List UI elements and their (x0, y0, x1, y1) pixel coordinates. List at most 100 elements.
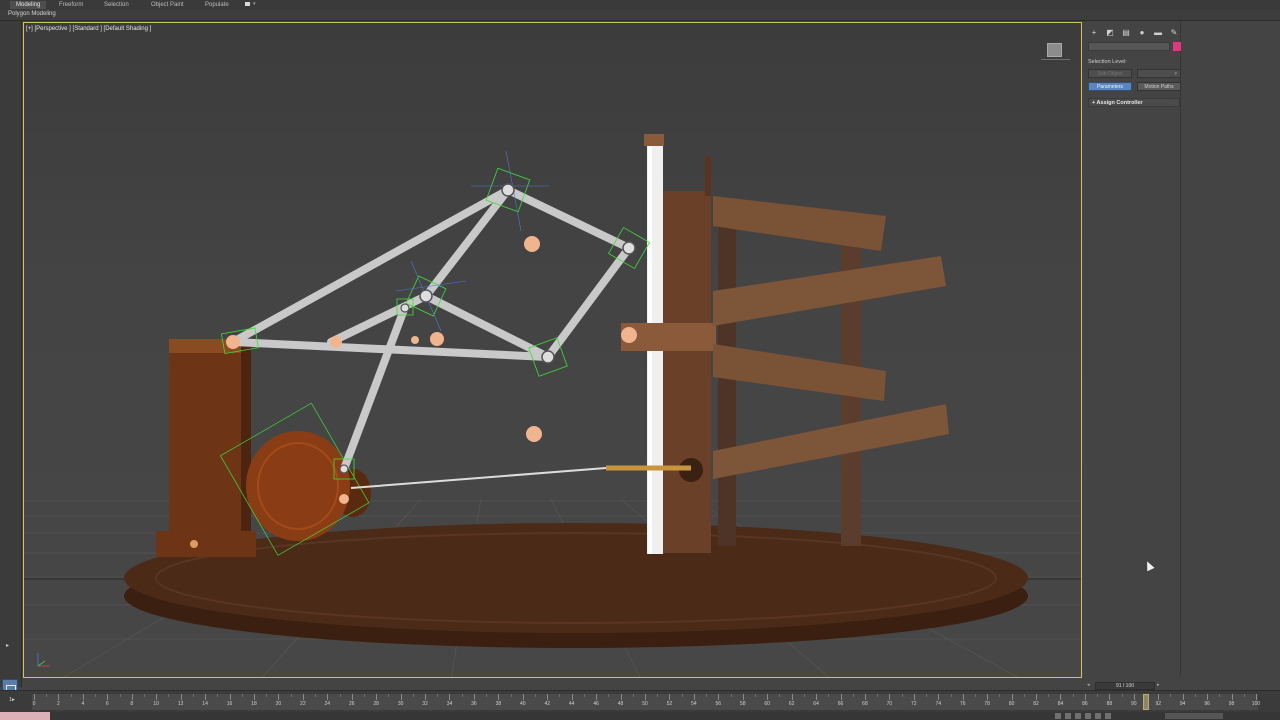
timeline-tick-label: 84 (1057, 701, 1064, 707)
timeline-tick (70, 694, 72, 697)
frame-counter[interactable]: 91 / 100 (1095, 682, 1155, 690)
timeline-tick (962, 694, 964, 700)
expand-arrow-icon[interactable]: ▸ (6, 642, 9, 649)
play-icon[interactable] (1085, 713, 1091, 719)
timeline-tick (571, 694, 573, 700)
timeline-tick (290, 694, 292, 697)
assign-controller-rollout[interactable]: + Assign Controller · (1088, 98, 1180, 107)
motion-icon[interactable]: ● (1137, 28, 1147, 38)
timeline-toggle-icon[interactable]: 1▸ (9, 697, 15, 703)
timeline-tick-label: 10 (153, 701, 159, 707)
sub-object-button[interactable]: Sub-Object (1088, 69, 1132, 78)
timeline-tick (535, 694, 537, 697)
timeline-tick-label: 76 (959, 701, 966, 707)
timeline-tick (864, 694, 866, 700)
timeline-tick-label: 86 (1082, 701, 1088, 707)
timeline-tick (669, 694, 671, 700)
prev-key-icon[interactable] (1075, 713, 1081, 719)
ribbon-panel-label[interactable]: Polygon Modeling (8, 11, 56, 17)
maxscript-listener[interactable] (0, 712, 50, 720)
timeline-cursor[interactable] (1143, 694, 1150, 710)
chevron-down-icon[interactable]: ▾ (253, 1, 256, 7)
key-mode-icon[interactable] (1055, 713, 1061, 719)
assign-controller-label: Assign Controller (1096, 100, 1143, 106)
time-slider[interactable]: ◂ 91 / 100 ▸ (1085, 682, 1165, 690)
timeline-tick (840, 694, 842, 700)
timeline-tick-label: 22 (300, 701, 306, 707)
timeline-tick (877, 694, 879, 697)
perspective-viewport[interactable]: [+] [Perspective ] [Standard ] [Default … (23, 22, 1082, 678)
timeline-tick (119, 694, 121, 697)
timeline-tick-label: 98 (1228, 701, 1235, 707)
timeline-tick (461, 694, 463, 697)
timeline-tick (779, 694, 781, 697)
hierarchy-icon[interactable]: ▤ (1121, 28, 1131, 38)
timeline-tick (926, 694, 928, 697)
timeline-tick-label: 26 (348, 701, 355, 707)
object-color-swatch[interactable] (1173, 42, 1181, 51)
timeline-tick (1182, 694, 1184, 700)
timeline-tick-label: 88 (1106, 701, 1113, 707)
timeline-tick (168, 694, 170, 697)
timeline-tick (205, 694, 207, 700)
timeline-tick (693, 694, 695, 700)
timeline-tick (1060, 694, 1062, 700)
timeline-track[interactable]: 0 2 4 6 8 10 12 14 16 18 20 22 24 26 28 30 32 34 36 38 40 42 4… (32, 694, 1260, 710)
timeline-tick-label: 62 (788, 701, 795, 707)
timeline-tick (803, 694, 805, 697)
go-end-icon[interactable] (1105, 713, 1111, 719)
timeline-tick (266, 694, 268, 697)
timeline-tick (1072, 694, 1074, 697)
tab-object-paint[interactable]: Object Paint (151, 1, 184, 9)
sub-object-dropdown[interactable]: ▾ (1137, 69, 1181, 78)
timeline-tick (901, 694, 903, 697)
base-disc-top (124, 523, 1028, 633)
timeline-tick (1243, 694, 1245, 697)
timeline-tick (1084, 694, 1086, 700)
timeline-tick (107, 694, 109, 700)
timeline-tick-label: 0 (32, 701, 36, 707)
timeline-tick (278, 694, 280, 700)
timeline-tick (363, 694, 365, 697)
motion-paths-button[interactable]: Motion Paths (1137, 82, 1181, 91)
selection-filter-dropdown[interactable] (1165, 713, 1223, 719)
display-icon[interactable]: ▬ (1153, 28, 1163, 38)
parameters-button[interactable]: Parameters (1088, 82, 1132, 91)
selection-level-label: Selection Level: (1088, 59, 1127, 65)
timeline-tick-label: 42 (544, 701, 551, 707)
create-icon[interactable]: + (1089, 28, 1099, 38)
timeline-tick-label: 70 (886, 701, 893, 707)
pivot-marker (526, 426, 542, 442)
timeline-tick-label: 24 (324, 701, 331, 707)
tab-modeling[interactable]: Modeling (10, 1, 47, 9)
timeline-tick-label: 54 (691, 701, 697, 707)
timeline-tick (498, 694, 500, 700)
go-start-icon[interactable] (1065, 713, 1071, 719)
timeline-tick-label: 12 (177, 701, 184, 707)
modify-icon[interactable]: ◩ (1105, 28, 1115, 38)
tab-freeform[interactable]: Freeform (59, 1, 83, 9)
timeline-tick-label: 74 (935, 701, 942, 707)
next-key-icon[interactable] (1095, 713, 1101, 719)
status-bar (0, 712, 1280, 720)
timeline-tick (547, 694, 549, 700)
timeline-tick-label: 68 (862, 701, 868, 707)
utilities-icon[interactable]: ✎ (1169, 28, 1179, 38)
object-name-field[interactable] (1088, 42, 1170, 51)
timeline-tick (1011, 694, 1013, 700)
axis-tripod (37, 653, 50, 667)
timeline-tick (828, 694, 830, 697)
ribbon-toggle-icon[interactable] (245, 2, 250, 6)
timeline-tick-label: 8 (130, 701, 134, 707)
timeline-tick (987, 694, 989, 700)
prev-frame-icon[interactable]: ◂ (1087, 682, 1090, 688)
tab-populate[interactable]: Populate (205, 1, 229, 9)
next-frame-icon[interactable]: ▸ (1157, 682, 1160, 688)
timeline-tick-label: 64 (813, 701, 819, 707)
tab-selection[interactable]: Selection (104, 1, 129, 9)
timeline-tick (486, 694, 488, 697)
viewport-label[interactable]: [+] [Perspective ] [Standard ] [Default … (26, 26, 151, 32)
timeline-tick (58, 694, 60, 700)
left-pillar-base (156, 531, 256, 557)
viewcube-icon[interactable] (1041, 43, 1070, 60)
